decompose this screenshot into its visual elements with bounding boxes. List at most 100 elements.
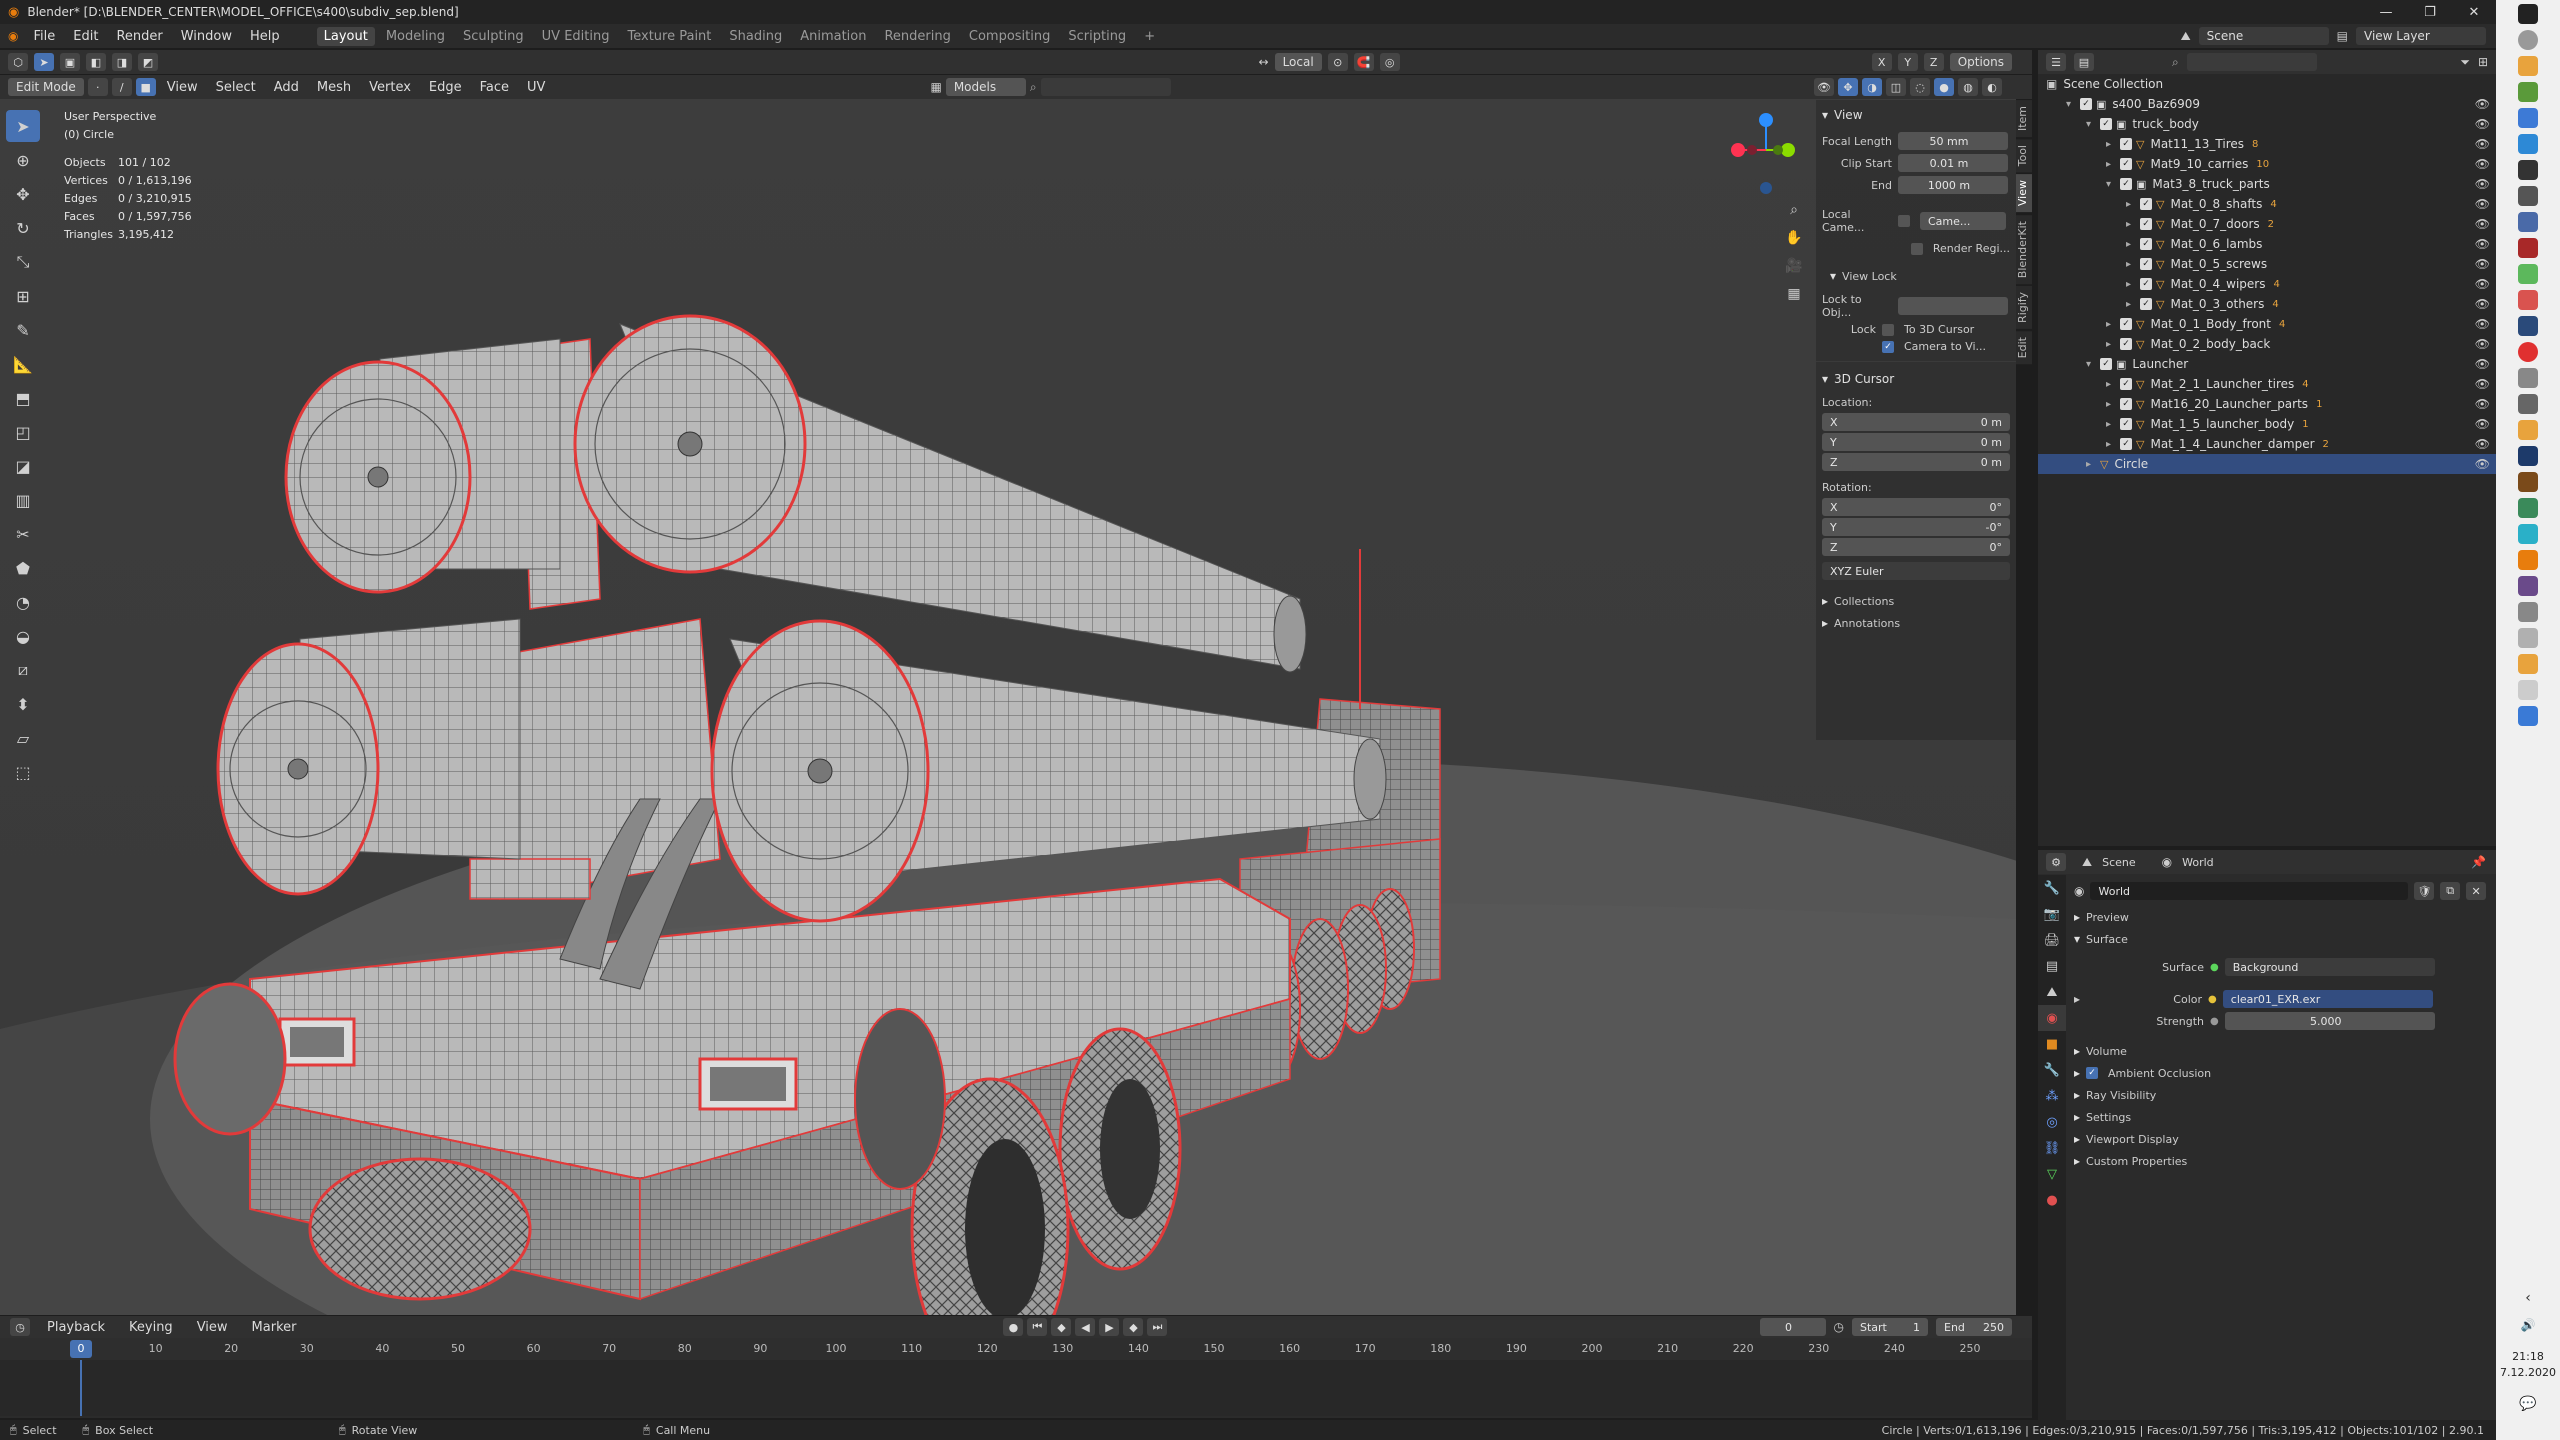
exclude-checkbox[interactable]: ✓ <box>2140 218 2152 230</box>
particles-tab-icon[interactable]: ⁂ <box>2038 1083 2066 1109</box>
material-tab-icon[interactable]: ● <box>2038 1187 2066 1213</box>
collapse-arrow-icon[interactable]: ▾ <box>2086 119 2100 130</box>
visibility-eye-icon[interactable]: 👁 <box>2475 97 2490 111</box>
visibility-icon[interactable]: 👁 <box>1814 78 1834 96</box>
steam-app-icon[interactable] <box>2518 160 2538 180</box>
workspace-tab-scripting[interactable]: Scripting <box>1061 27 1133 46</box>
ortho-grid-icon[interactable]: ▦ <box>1782 280 1806 308</box>
record-icon[interactable]: ● <box>1003 1318 1024 1336</box>
visibility-eye-icon[interactable]: 👁 <box>2475 337 2490 351</box>
outliner-object-row[interactable]: ▸✓▽Circle👁 <box>2038 454 2496 474</box>
exclude-checkbox[interactable]: ✓ <box>2120 338 2132 350</box>
end-frame-field[interactable]: End 250 <box>1936 1318 2012 1336</box>
loop-cut-tool-icon[interactable]: ▥ <box>6 484 40 516</box>
app-icon[interactable] <box>2518 628 2538 648</box>
ambient-occlusion-checkbox[interactable]: ✓ <box>2086 1067 2099 1079</box>
expand-arrow-icon[interactable]: ▸ <box>2106 139 2120 150</box>
knife-tool-icon[interactable]: ✂ <box>6 518 40 550</box>
menu-add[interactable]: Add <box>267 78 306 97</box>
shading-rendered-icon[interactable]: ◐ <box>1982 78 2002 96</box>
exclude-checkbox[interactable]: ✓ <box>2120 318 2132 330</box>
data-tab-icon[interactable]: ▽ <box>2038 1161 2066 1187</box>
app-icon[interactable] <box>2518 654 2538 674</box>
viewport-search-input[interactable] <box>1040 78 1171 96</box>
visibility-eye-icon[interactable]: 👁 <box>2475 317 2490 331</box>
search-icon[interactable] <box>2518 30 2538 50</box>
collapse-arrow-icon[interactable]: ▾ <box>2066 99 2080 110</box>
scene-selector[interactable]: Scene <box>2198 27 2329 45</box>
annotations-section-header[interactable]: ▸ Annotations <box>1816 612 2016 634</box>
preview-section-header[interactable]: ▸ Preview <box>2074 900 2486 928</box>
expand-arrow-icon[interactable]: ▸ <box>2086 459 2100 470</box>
visibility-eye-icon[interactable]: 👁 <box>2475 357 2490 371</box>
exclude-checkbox[interactable]: ✓ <box>2120 178 2132 190</box>
edge-slide-tool-icon[interactable]: ⧄ <box>6 654 40 686</box>
new-collection-icon[interactable]: ⊞ <box>2478 55 2488 69</box>
shrink-fatten-tool-icon[interactable]: ⬍ <box>6 688 40 720</box>
app-icon[interactable] <box>2518 602 2538 622</box>
cursor-rotation-x-field[interactable]: X 0° <box>1822 498 2010 516</box>
tab-view[interactable]: View <box>2016 174 2032 213</box>
expand-arrow-icon[interactable]: ▸ <box>2074 992 2080 1006</box>
volume-icon[interactable]: 🔊 <box>2496 1318 2560 1332</box>
poly-build-tool-icon[interactable]: ⬟ <box>6 552 40 584</box>
outliner-object-row[interactable]: ▸ ✓ ▽ Mat_0_5_screws 👁 <box>2038 254 2496 274</box>
view-section-header[interactable]: ▾ View <box>1816 100 2016 130</box>
exclude-checkbox[interactable]: ✓ <box>2120 438 2132 450</box>
rotation-mode-dropdown[interactable]: XYZ Euler <box>1822 562 2010 580</box>
workspace-tab-layout[interactable]: Layout <box>316 26 375 46</box>
menu-render[interactable]: Render <box>109 27 169 46</box>
maximize-button[interactable]: ❐ <box>2408 0 2452 24</box>
outliner-object-row[interactable]: ▸ ✓ ▽ Mat_1_5_launcher_body 1 👁 <box>2038 414 2496 434</box>
visibility-eye-icon[interactable]: 👁 <box>2475 377 2490 391</box>
app-icon[interactable] <box>2518 706 2538 726</box>
jump-end-icon[interactable]: ⏭ <box>1147 1318 1168 1336</box>
outliner-object-row[interactable]: ▸ ✓ ▽ Mat_0_2_body_back 👁 <box>2038 334 2496 354</box>
visibility-eye-icon[interactable]: 👁 <box>2475 237 2490 251</box>
object-tab-icon[interactable]: ■ <box>2038 1031 2066 1057</box>
exclude-checkbox[interactable]: ✓ <box>2080 98 2092 110</box>
mode-dropdown[interactable]: Edit Mode <box>8 78 84 96</box>
lock-to-object-field[interactable] <box>1898 297 2008 315</box>
menu-playback[interactable]: Playback <box>40 1318 112 1337</box>
workspace-tab-rendering[interactable]: Rendering <box>877 27 957 46</box>
play-icon[interactable]: ▶ <box>1099 1318 1120 1336</box>
ray-visibility-section-header[interactable]: ▸ Ray Visibility <box>2074 1084 2486 1106</box>
scale-tool-icon[interactable]: ⤡ <box>6 246 40 278</box>
close-window-button[interactable]: ✕ <box>2452 0 2496 24</box>
collapse-arrow-icon[interactable]: ▾ <box>2106 179 2120 190</box>
fake-user-icon[interactable]: 🛡 <box>2414 882 2435 900</box>
physics-tab-icon[interactable]: ◎ <box>2038 1109 2066 1135</box>
exclude-checkbox[interactable]: ✓ <box>2140 258 2152 270</box>
app-icon[interactable] <box>2518 576 2538 596</box>
annotate-tool-icon[interactable]: ✎ <box>6 314 40 346</box>
clock-time[interactable]: 21:18 <box>2496 1350 2560 1363</box>
transform-orientation-dropdown[interactable]: Local <box>1274 53 1322 71</box>
app-icon[interactable] <box>2518 550 2538 570</box>
menu-vertex[interactable]: Vertex <box>362 78 418 97</box>
to-3d-cursor-checkbox[interactable] <box>1882 323 1894 336</box>
menu-marker[interactable]: Marker <box>245 1318 304 1337</box>
outliner-search-input[interactable] <box>2186 53 2317 71</box>
3d-cursor-section-header[interactable]: ▾ 3D Cursor <box>1816 361 2016 392</box>
app-icon[interactable] <box>2518 238 2538 258</box>
outliner-object-row[interactable]: ▸ ✓ ▽ Mat16_20_Launcher_parts 1 👁 <box>2038 394 2496 414</box>
custom-properties-section-header[interactable]: ▸ Custom Properties <box>2074 1150 2486 1172</box>
photoshop-app-icon[interactable] <box>2518 446 2538 466</box>
tab-blenderkit[interactable]: BlenderKit <box>2016 214 2032 284</box>
menu-uv[interactable]: UV <box>520 78 552 97</box>
outliner-object-row[interactable]: ▸ ✓ ▽ Mat_0_1_Body_front 4 👁 <box>2038 314 2496 334</box>
menu-timeline-view[interactable]: View <box>190 1318 235 1337</box>
play-reverse-icon[interactable]: ◀ <box>1075 1318 1096 1336</box>
modifier-tab-icon[interactable]: 🔧 <box>2038 1057 2066 1083</box>
spin-tool-icon[interactable]: ◔ <box>6 586 40 618</box>
visibility-eye-icon[interactable]: 👁 <box>2475 157 2490 171</box>
vertex-select-icon[interactable]: · <box>87 78 108 96</box>
outliner-object-row[interactable]: ▸ ✓ ▽ Mat_0_8_shafts 4 👁 <box>2038 194 2496 214</box>
outliner-object-row[interactable]: ▸ ✓ ▽ Mat_1_4_Launcher_damper 2 👁 <box>2038 434 2496 454</box>
scene-tab-icon[interactable]: ⛰ <box>2038 979 2066 1005</box>
menu-edge[interactable]: Edge <box>422 78 469 97</box>
select-box-tool-icon[interactable]: ➤ <box>6 110 40 142</box>
mode-new-icon[interactable]: ▣ <box>60 53 80 71</box>
unlink-icon[interactable]: ✕ <box>2466 882 2486 900</box>
